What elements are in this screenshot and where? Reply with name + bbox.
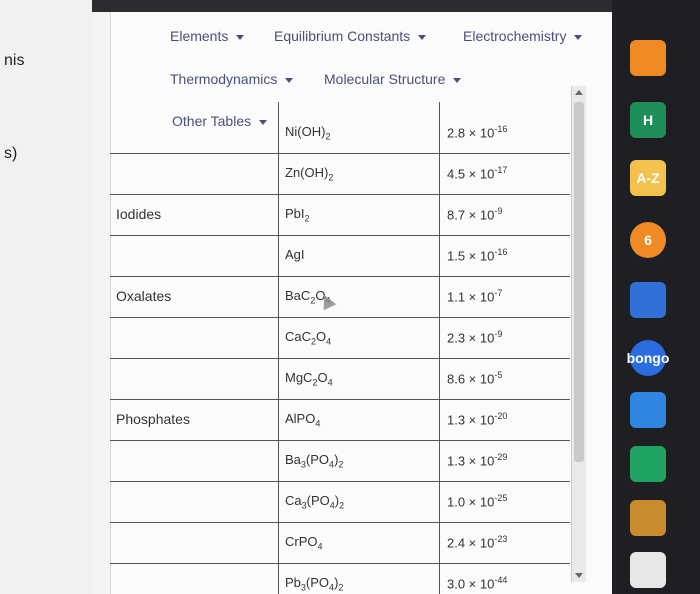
compound-formula: Zn(OH)2 [285, 165, 334, 183]
ksp-value: 1.3 × 10-20 [447, 411, 508, 428]
compound-formula: Ni(OH)2 [285, 124, 331, 142]
class-icon[interactable] [630, 500, 666, 536]
menu-elements[interactable]: Elements [170, 28, 245, 44]
row-divider [110, 481, 570, 482]
compound-formula: Ca3(PO4)2 [285, 493, 345, 511]
category-label: Phosphates [116, 411, 190, 427]
bongo-icon[interactable]: bongo [627, 340, 669, 376]
ksp-value: 3.0 × 10-44 [447, 575, 508, 592]
compound-formula: MgC2O4 [285, 370, 333, 388]
window-top-edge [92, 0, 612, 12]
ksp-value: 2.3 × 10-9 [447, 329, 503, 346]
row-divider [110, 276, 570, 277]
ksp-value: 1.0 × 10-25 [447, 493, 508, 510]
row-divider [110, 235, 570, 236]
row-divider [110, 194, 570, 195]
background-text-fragment: nis [4, 52, 25, 69]
compound-formula: CrPO4 [285, 534, 323, 552]
ksp-value: 2.4 × 10-23 [447, 534, 508, 551]
ksp-table: Ni(OH)2 2.8 × 10-16 Zn(OH)2 4.5 × 10-17 Iodi… [110, 102, 570, 594]
notes-icon[interactable] [630, 552, 666, 588]
menu-electrochemistry[interactable]: Electrochemistry [463, 28, 583, 44]
compound-formula: Pb3(PO4)2 [285, 575, 344, 593]
row-divider [110, 563, 570, 564]
compound-formula: AgI [285, 247, 305, 262]
category-label: Iodides [116, 206, 162, 222]
menu-molecular-structure-label: Molecular Structure [324, 71, 446, 87]
compound-formula: AlPO4 [285, 411, 321, 429]
chevron-down-icon [285, 77, 294, 83]
chevron-down-icon [236, 34, 245, 40]
table-scrollbar[interactable] [571, 86, 586, 582]
ksp-value: 2.8 × 10-16 [447, 124, 508, 141]
compound-formula: PbI2 [285, 206, 310, 224]
menu-elements-label: Elements [170, 28, 229, 44]
scroll-thumb[interactable] [574, 102, 584, 462]
chevron-down-icon [453, 77, 462, 83]
menu-thermodynamics[interactable]: Thermodynamics [170, 71, 294, 87]
h-icon[interactable]: H [630, 102, 666, 138]
p-icon[interactable]: 6 [630, 222, 666, 258]
panel-margin [92, 12, 111, 594]
rss-icon[interactable] [630, 40, 666, 76]
book-icon[interactable] [630, 282, 666, 318]
row-divider [110, 440, 570, 441]
az-icon[interactable]: A-Z [630, 160, 666, 196]
category-label: Oxalates [116, 288, 172, 304]
app-dock: H A-Z 6 bongo [612, 0, 700, 594]
ksp-value: 1.1 × 10-7 [447, 288, 503, 305]
background-text-fragment: s) [4, 145, 18, 162]
menu-equilibrium-label: Equilibrium Constants [274, 28, 411, 44]
ksp-value: 8.7 × 10-9 [447, 206, 503, 223]
column-divider [439, 102, 440, 594]
ksp-value: 1.3 × 10-29 [447, 452, 508, 469]
ksp-value: 4.5 × 10-17 [447, 165, 508, 182]
reference-tables-panel: Elements Equilibrium Constants Electroch… [92, 12, 612, 594]
menu-electrochemistry-label: Electrochemistry [463, 28, 567, 44]
menu-molecular-structure[interactable]: Molecular Structure [324, 71, 462, 87]
scroll-up-arrow-icon[interactable] [575, 90, 583, 95]
scroll-down-arrow-icon[interactable] [575, 573, 583, 578]
menu-thermodynamics-label: Thermodynamics [170, 71, 278, 87]
ksp-value: 1.5 × 10-16 [447, 247, 508, 264]
compound-formula: Ba3(PO4)2 [285, 452, 344, 470]
cloud-icon[interactable] [630, 392, 666, 428]
column-divider [278, 102, 279, 594]
menu-equilibrium-constants[interactable]: Equilibrium Constants [274, 28, 427, 44]
compound-formula: CaC2O4 [285, 329, 332, 347]
chevron-down-icon [418, 34, 427, 40]
drive-icon[interactable] [630, 446, 666, 482]
background-window: nis s) [0, 0, 92, 594]
row-divider [110, 153, 570, 154]
row-divider [110, 399, 570, 400]
chevron-down-icon [574, 34, 583, 40]
row-divider [110, 317, 570, 318]
row-divider [110, 358, 570, 359]
row-divider [110, 522, 570, 523]
ksp-value: 8.6 × 10-5 [447, 370, 503, 387]
